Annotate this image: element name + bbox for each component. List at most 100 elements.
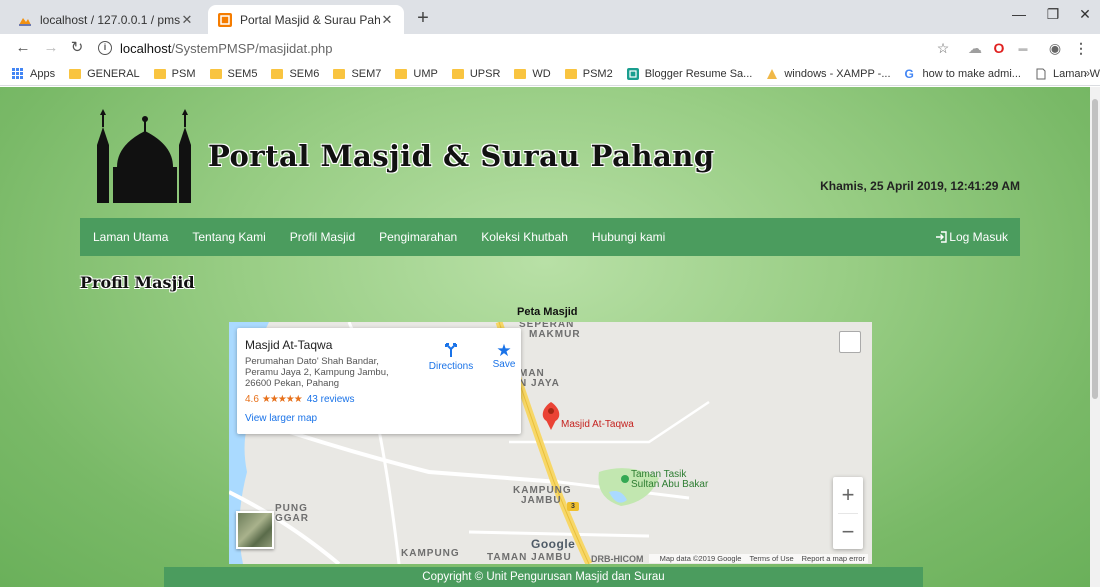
bookmark-folder[interactable]: PSM2	[564, 67, 613, 80]
embedded-google-map[interactable]: SEPERAN MAKMUR MAN N JAYA KAMPUNG JAMBU …	[229, 322, 872, 564]
new-tab-button[interactable]: +	[410, 6, 436, 32]
folder-icon	[564, 68, 577, 79]
browser-tab-phpmyadmin[interactable]: localhost / 127.0.0.1 / pmsp / se ✕	[8, 5, 204, 34]
nav-koleksi-khutbah[interactable]: Koleksi Khutbah	[481, 230, 568, 244]
bookmark-label: Blogger Resume Sa...	[644, 67, 753, 80]
folder-icon	[271, 68, 284, 79]
blogger-icon	[626, 67, 639, 80]
tab-title: Portal Masjid & Surau Pahang	[240, 12, 380, 27]
page-scrollbar[interactable]	[1090, 87, 1100, 587]
menu-icon[interactable]: ⋮	[1072, 39, 1090, 57]
url-field[interactable]: i localhost/SystemPMSP/masjidat.php	[98, 37, 918, 59]
mosque-logo-icon	[97, 109, 191, 203]
bookmark-label: UPSR	[469, 67, 501, 80]
tab-title: localhost / 127.0.0.1 / pmsp / se	[40, 12, 180, 27]
nav-profil-masjid[interactable]: Profil Masjid	[290, 230, 355, 244]
bookmarks-bar: Apps GENERAL PSM SEM5 SEM6 SEM7 UMP UPSR…	[0, 62, 1100, 86]
bookmark-folder[interactable]: GENERAL	[69, 68, 140, 80]
close-tab-icon[interactable]: ✕	[380, 12, 394, 28]
google-icon: G	[904, 66, 914, 81]
pin-label[interactable]: Masjid At-Taqwa	[561, 419, 634, 430]
map-data-text: Map data ©2019 Google	[659, 554, 742, 563]
bookmark-folder[interactable]: PSM	[153, 67, 196, 80]
nav-pengimarahan[interactable]: Pengimarahan	[379, 230, 457, 244]
bookmark-xampp[interactable]: windows - XAMPP -...	[766, 68, 891, 80]
bookmark-folder[interactable]: WD	[514, 67, 551, 80]
save-button[interactable]: ★ Save	[487, 342, 521, 370]
login-link[interactable]: Log Masuk	[935, 230, 1008, 244]
info-icon[interactable]: i	[98, 41, 112, 55]
page-viewport: Portal Masjid & Surau Pahang Khamis, 25 …	[0, 87, 1090, 587]
bookmark-label: how to make admi...	[922, 67, 1021, 80]
star-bookmark-icon[interactable]: ☆	[934, 39, 952, 57]
bookmark-apps[interactable]: Apps	[12, 67, 56, 80]
view-larger-map-link[interactable]: View larger map	[245, 413, 513, 424]
url-path: /SystemPMSP/masjidat.php	[171, 40, 333, 56]
folder-icon	[395, 68, 408, 79]
forward-icon[interactable]: →	[40, 37, 62, 59]
section-title: Profil Masjid	[80, 273, 195, 292]
main-navbar: Laman Utama Tentang Kami Profil Masjid P…	[80, 218, 1020, 256]
map-label-taman-jambu: TAMAN JAMBU	[487, 552, 572, 563]
url-host: localhost	[120, 40, 172, 56]
bookmark-folder[interactable]: UPSR	[451, 67, 501, 80]
reload-icon[interactable]: ↻	[66, 37, 88, 59]
zoom-in-button[interactable]: +	[833, 477, 863, 513]
apps-grid-icon	[12, 67, 24, 80]
browser-tab-portal[interactable]: Portal Masjid & Surau Pahang ✕	[208, 5, 404, 34]
save-label: Save	[492, 359, 516, 370]
terms-link[interactable]: Terms of Use	[749, 554, 793, 563]
bookmark-label: SEM6	[289, 67, 320, 80]
place-rating: 4.6 ★★★★★ 43 reviews	[245, 394, 513, 405]
extension-icon[interactable]: ▬	[1014, 39, 1032, 57]
profile-icon[interactable]: ◉	[1046, 39, 1064, 57]
zoom-out-button[interactable]: −	[833, 514, 863, 550]
opera-extension-icon[interactable]: O	[990, 39, 1008, 57]
bookmark-label: SEM5	[227, 67, 258, 80]
park-label-line-2: Sultan Abu Bakar	[631, 479, 709, 490]
minimize-icon[interactable]: —	[1002, 0, 1036, 30]
page-icon	[1036, 68, 1046, 79]
bookmark-label: Laman Web Masjid...	[1052, 67, 1100, 80]
report-error-link[interactable]: Report a map error	[802, 554, 865, 563]
bookmark-label: PSM	[171, 67, 196, 80]
bookmark-google[interactable]: G how to make admi...	[905, 68, 1021, 80]
extension-cloud-icon[interactable]: ☁	[966, 39, 984, 57]
rating-value: 4.6	[245, 394, 259, 405]
map-label-njaya: N JAYA	[519, 378, 560, 389]
folder-icon	[333, 68, 346, 79]
nav-hubungi-kami[interactable]: Hubungi kami	[592, 230, 665, 244]
road-number: 3	[571, 503, 575, 510]
map-label-drb: DRB-HICOM	[591, 554, 644, 564]
bookmark-label: SEM7	[351, 67, 382, 80]
restore-icon[interactable]: ❐	[1036, 0, 1070, 30]
map-label-kampung-2: KAMPUNG	[401, 548, 460, 559]
browser-tab-strip: localhost / 127.0.0.1 / pmsp / se ✕ Port…	[0, 0, 1100, 34]
bookmark-folder[interactable]: SEM5	[209, 67, 258, 80]
bookmark-label: Apps	[30, 67, 56, 80]
rating-stars-icon: ★★★★★	[261, 394, 303, 405]
map-label-jambu: JAMBU	[521, 495, 562, 506]
bookmark-folder[interactable]: SEM6	[271, 68, 319, 80]
close-tab-icon[interactable]: ✕	[180, 12, 194, 28]
bookmark-folder[interactable]: SEM7	[333, 68, 381, 80]
nav-laman-utama[interactable]: Laman Utama	[93, 230, 168, 244]
more-bookmarks-icon[interactable]: »	[1083, 66, 1090, 80]
xampp-icon	[767, 68, 778, 79]
close-window-icon[interactable]: ✕	[1068, 0, 1100, 30]
bookmark-folder[interactable]: UMP	[395, 68, 438, 80]
zoom-control: + −	[833, 477, 863, 549]
bookmark-blogger[interactable]: Blogger Resume Sa...	[626, 67, 753, 80]
nav-tentang-kami[interactable]: Tentang Kami	[192, 230, 265, 244]
reviews-link[interactable]: 43 reviews	[307, 394, 355, 405]
scrollbar-thumb[interactable]	[1092, 99, 1098, 399]
bookmark-label: WD	[532, 67, 551, 80]
bookmark-page[interactable]: Laman Web Masjid...	[1035, 68, 1100, 80]
directions-button[interactable]: Directions	[423, 342, 479, 372]
back-icon[interactable]: ←	[12, 37, 34, 59]
park-label[interactable]: Taman Tasik Sultan Abu Bakar	[631, 470, 708, 490]
login-icon	[936, 231, 947, 243]
bookmark-label: PSM2	[582, 67, 613, 80]
satellite-toggle[interactable]	[236, 511, 274, 549]
fullscreen-button[interactable]	[839, 331, 861, 353]
